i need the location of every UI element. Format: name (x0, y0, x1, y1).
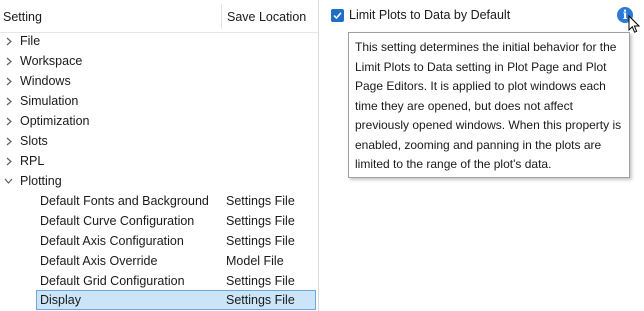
tree-item-label: RPL (20, 154, 45, 168)
save-location-value: Settings File (226, 293, 295, 307)
tree-item-workspace[interactable]: Workspace (0, 51, 318, 71)
tree-item-file[interactable]: File (0, 31, 318, 51)
tree-item-default-fonts-and-background[interactable]: Default Fonts and Background Settings Fi… (0, 191, 318, 211)
settings-tree-panel: Setting Save Location File Workspace Win… (0, 0, 318, 311)
chevron-right-icon[interactable] (4, 51, 14, 71)
tree-item-slots[interactable]: Slots (0, 131, 318, 151)
limit-plots-checkbox[interactable] (331, 9, 344, 22)
tree-item-plotting[interactable]: Plotting (0, 171, 318, 191)
tree-item-label: Default Axis Configuration (40, 234, 184, 248)
tree-item-label: Default Axis Override (40, 254, 158, 268)
tree-item-default-grid-configuration[interactable]: Default Grid Configuration Settings File (0, 271, 318, 291)
help-tooltip: This setting determines the initial beha… (348, 32, 630, 178)
tree-item-display[interactable]: Display Settings File (0, 290, 318, 310)
tree-item-default-axis-configuration[interactable]: Default Axis Configuration Settings File (0, 231, 318, 251)
tree-header: Setting Save Location (0, 0, 318, 33)
tree-item-default-curve-configuration[interactable]: Default Curve Configuration Settings Fil… (0, 211, 318, 231)
tree-item-label: Default Grid Configuration (40, 274, 185, 288)
chevron-right-icon[interactable] (4, 71, 14, 91)
tree-item-label: Plotting (20, 174, 62, 188)
tree-item-label: Workspace (20, 54, 83, 68)
check-icon (333, 12, 342, 20)
chevron-right-icon[interactable] (4, 131, 14, 151)
chevron-down-icon[interactable] (4, 171, 14, 191)
tree-item-label: Default Fonts and Background (40, 194, 209, 208)
tree-item-rpl[interactable]: RPL (0, 151, 318, 171)
chevron-right-icon[interactable] (4, 31, 14, 51)
tree-item-label: File (20, 34, 41, 48)
tree-item-label: Windows (20, 74, 71, 88)
save-location-value: Model File (226, 254, 284, 268)
tree-item-label: Simulation (20, 94, 79, 108)
tree-item-label: Optimization (20, 114, 90, 128)
limit-plots-label[interactable]: Limit Plots to Data by Default (349, 8, 510, 22)
save-location-value: Settings File (226, 274, 295, 288)
tree-item-label: Default Curve Configuration (40, 214, 195, 228)
tree-item-label: Display (40, 293, 81, 307)
save-location-value: Settings File (226, 234, 295, 248)
save-location-value: Settings File (226, 194, 295, 208)
chevron-right-icon[interactable] (4, 111, 14, 131)
chevron-right-icon[interactable] (4, 151, 14, 171)
column-header-setting[interactable]: Setting (3, 10, 42, 24)
chevron-right-icon[interactable] (4, 91, 14, 111)
column-header-save-location[interactable]: Save Location (227, 10, 306, 24)
save-location-value: Settings File (226, 214, 295, 228)
tree-item-default-axis-override[interactable]: Default Axis Override Model File (0, 251, 318, 271)
tree-item-windows[interactable]: Windows (0, 71, 318, 91)
column-divider[interactable] (221, 4, 222, 29)
panel-splitter[interactable] (318, 0, 319, 311)
tree-item-label: Slots (20, 134, 48, 148)
tree-item-optimization[interactable]: Optimization (0, 111, 318, 131)
tree-item-simulation[interactable]: Simulation (0, 91, 318, 111)
